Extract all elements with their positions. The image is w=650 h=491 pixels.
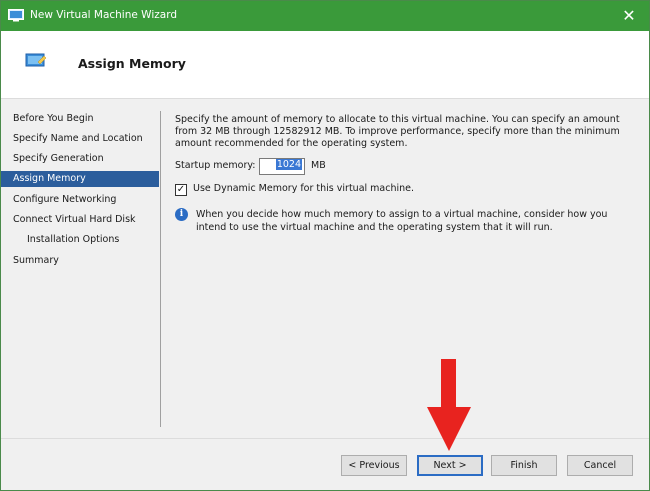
- startup-memory-input[interactable]: 1024: [259, 158, 305, 175]
- startup-memory-unit: MB: [311, 160, 326, 171]
- checkmark-icon: ✓: [176, 184, 186, 195]
- info-text: When you decide how much memory to assig…: [196, 209, 608, 233]
- nav-item-specify-generation[interactable]: Specify Generation: [1, 151, 159, 167]
- window-title: New Virtual Machine Wizard: [30, 9, 177, 21]
- nav-item-before-you-begin[interactable]: Before You Begin: [1, 111, 159, 127]
- cancel-button[interactable]: Cancel: [567, 455, 633, 476]
- wizard-header: Assign Memory: [1, 31, 649, 99]
- memory-chip-icon: [25, 53, 47, 67]
- close-icon: ✕: [622, 6, 636, 25]
- nav-item-installation-options[interactable]: Installation Options: [1, 232, 159, 248]
- startup-memory-label: Startup memory:: [175, 160, 256, 171]
- next-button[interactable]: Next >: [417, 455, 483, 476]
- nav-item-specify-name-and-location[interactable]: Specify Name and Location: [1, 131, 159, 147]
- hyper-v-app-icon: [8, 9, 24, 22]
- nav-item-summary[interactable]: Summary: [1, 253, 159, 269]
- nav-item-assign-memory[interactable]: Assign Memory: [1, 171, 159, 187]
- close-button[interactable]: ✕: [609, 1, 649, 31]
- dynamic-memory-label[interactable]: Use Dynamic Memory for this virtual mach…: [193, 183, 414, 194]
- page-description-block: Specify the amount of memory to allocate…: [175, 114, 635, 150]
- footer-divider: [1, 438, 649, 439]
- dynamic-memory-checkbox[interactable]: ✓: [175, 184, 187, 196]
- page-title: Assign Memory: [78, 56, 186, 71]
- previous-button[interactable]: < Previous: [341, 455, 407, 476]
- title-bar: New Virtual Machine Wizard ✕: [1, 1, 649, 31]
- nav-item-configure-networking[interactable]: Configure Networking: [1, 192, 159, 208]
- wizard-window: New Virtual Machine Wizard ✕ Assign Memo…: [0, 0, 650, 491]
- info-icon: i: [175, 208, 188, 221]
- nav-divider: [160, 111, 161, 427]
- red-arrow-annotation-icon: [427, 359, 471, 451]
- page-description: Specify the amount of memory to allocate…: [175, 114, 620, 149]
- finish-button[interactable]: Finish: [491, 455, 557, 476]
- nav-item-connect-virtual-hard-disk[interactable]: Connect Virtual Hard Disk: [1, 212, 159, 228]
- startup-memory-value: 1024: [275, 159, 302, 170]
